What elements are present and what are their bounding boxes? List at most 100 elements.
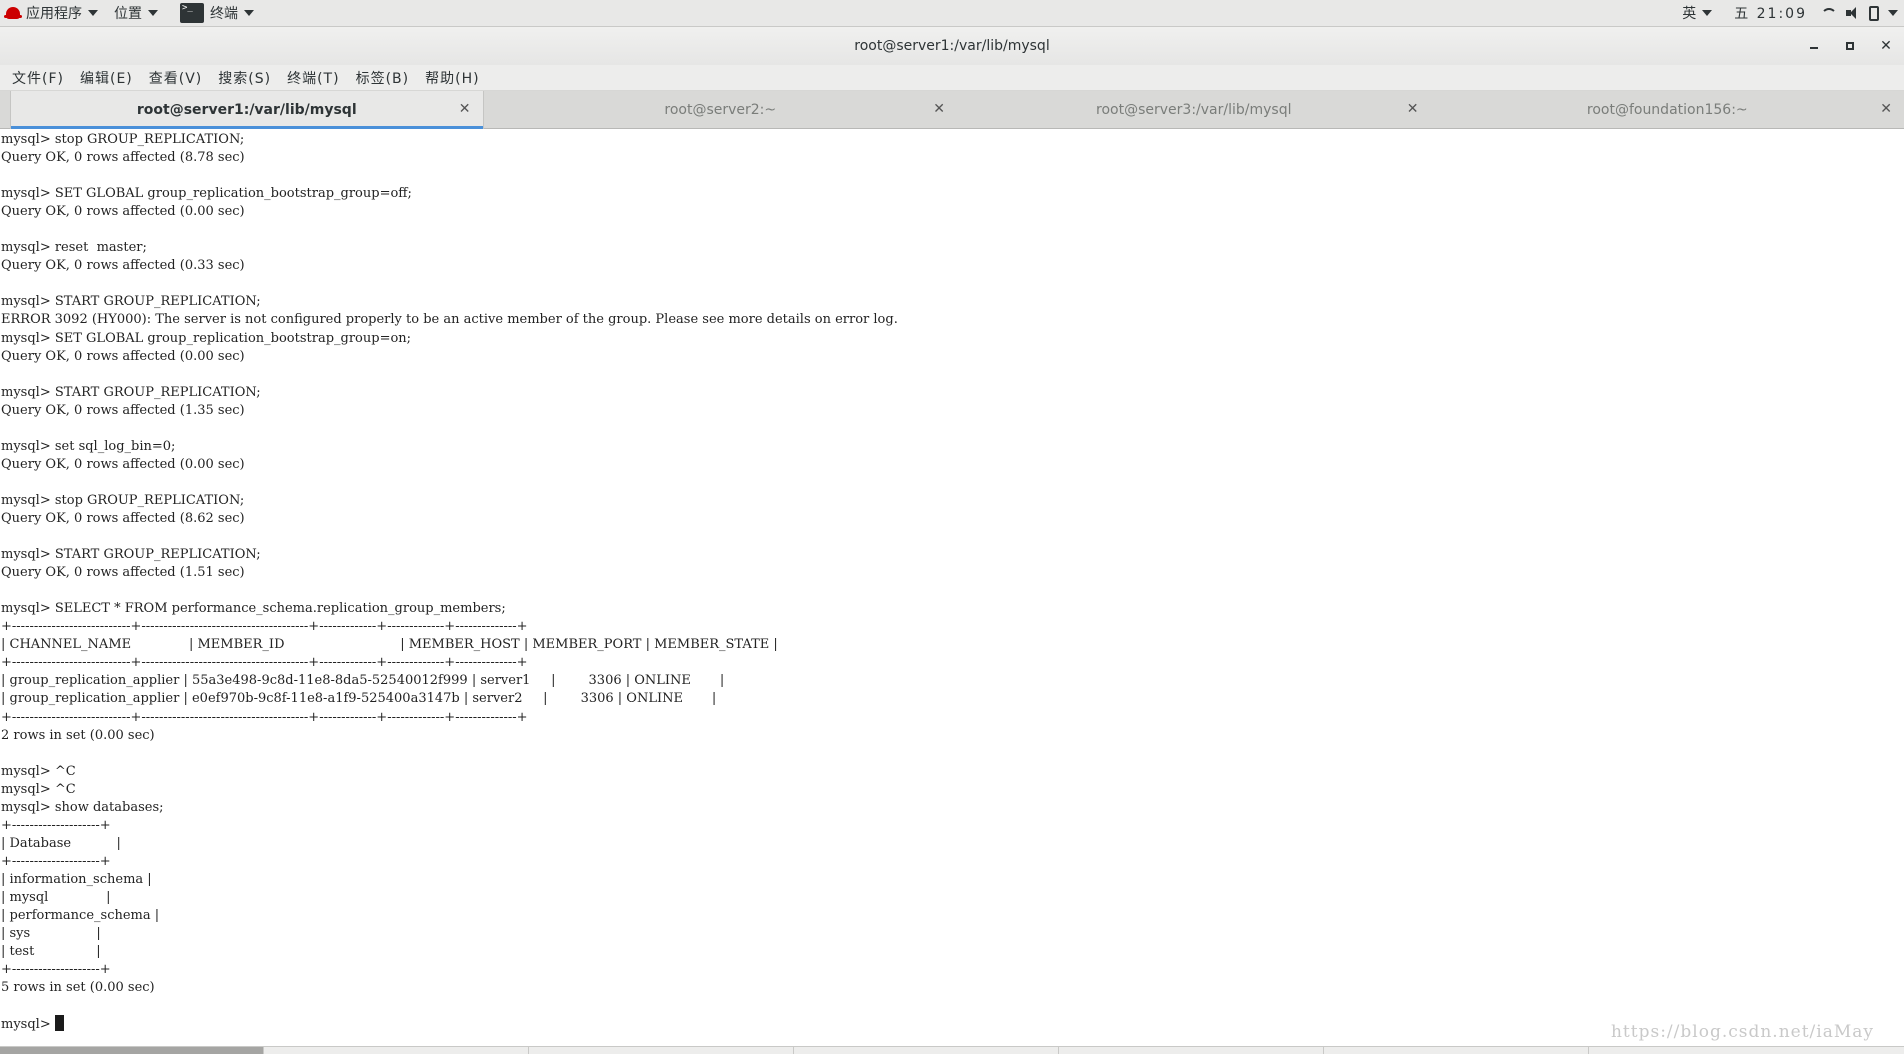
taskbar-item[interactable] <box>529 1047 794 1054</box>
terminal-line: mysql> stop GROUP_REPLICATION; <box>1 492 245 508</box>
minimize-icon <box>1810 47 1818 49</box>
terminal-line: mysql> SELECT * FROM performance_schema.… <box>1 601 506 617</box>
places-menu[interactable]: 位置 <box>106 0 166 27</box>
chevron-down-icon <box>1888 10 1898 16</box>
redhat-icon <box>4 7 22 19</box>
terminal-output[interactable]: mysql> stop GROUP_REPLICATION; Query OK, … <box>0 130 1904 1046</box>
menu-help[interactable]: 帮助(H) <box>419 68 485 88</box>
menu-search[interactable]: 搜索(S) <box>212 68 277 88</box>
close-tab-icon[interactable]: ✕ <box>459 102 471 116</box>
close-tab-icon[interactable]: ✕ <box>1880 102 1892 116</box>
taskbar-item[interactable] <box>1059 1047 1324 1054</box>
gnome-top-bar: 应用程序 位置 >_ 终端 英 五 21:09 <box>0 0 1904 27</box>
menu-edit[interactable]: 编辑(E) <box>74 68 139 88</box>
terminal-line: Query OK, 0 rows affected (0.00 sec) <box>1 348 245 364</box>
terminal-line: | CHANNEL_NAME | MEMBER_ID | MEMBER_HOST… <box>1 637 778 653</box>
terminal-line: +--------------------+ <box>1 817 111 833</box>
close-tab-icon[interactable]: ✕ <box>933 102 945 116</box>
terminal-line: | performance_schema | <box>1 908 160 924</box>
tab-server2[interactable]: root@server2:~ ✕ <box>484 91 958 129</box>
terminal-line: | group_replication_applier | 55a3e498-9… <box>1 673 725 689</box>
terminal-line: | group_replication_applier | e0ef970b-9… <box>1 691 717 707</box>
terminal-line: +---------------------------+-----------… <box>1 709 528 725</box>
terminal-line: mysql> ^C <box>1 763 76 779</box>
terminal-line: mysql> START GROUP_REPLICATION; <box>1 547 261 563</box>
terminal-line: Query OK, 0 rows affected (0.33 sec) <box>1 258 245 274</box>
terminal-line: Query OK, 0 rows affected (8.78 sec) <box>1 150 245 166</box>
terminal-lines: mysql> stop GROUP_REPLICATION; Query OK, … <box>0 130 1904 1033</box>
tab-label: root@foundation156:~ <box>1586 102 1748 118</box>
input-method-label: 英 <box>1682 6 1697 22</box>
tab-foundation156[interactable]: root@foundation156:~ ✕ <box>1431 91 1904 129</box>
terminal-line: mysql> SET GLOBAL group_replication_boot… <box>1 186 412 202</box>
minimize-button[interactable] <box>1796 27 1832 65</box>
terminal-icon: >_ <box>180 3 204 23</box>
menu-tabs[interactable]: 标签(B) <box>350 68 416 88</box>
terminal-line: Query OK, 0 rows affected (1.51 sec) <box>1 565 245 581</box>
terminal-line: mysql> stop GROUP_REPLICATION; <box>1 132 245 147</box>
applications-menu[interactable]: 应用程序 <box>0 0 106 27</box>
tab-bar: root@server1:/var/lib/mysql ✕ root@serve… <box>0 91 1904 129</box>
terminal-line: Query OK, 0 rows affected (0.00 sec) <box>1 204 245 220</box>
maximize-button[interactable] <box>1832 27 1868 65</box>
terminal-app-label: 终端 <box>210 6 238 22</box>
tab-label: root@server2:~ <box>664 102 777 118</box>
tab-server3[interactable]: root@server3:/var/lib/mysql ✕ <box>957 91 1431 129</box>
terminal-line: | sys | <box>1 926 101 942</box>
window-title-bar[interactable]: root@server1:/var/lib/mysql ✕ <box>0 27 1904 65</box>
chevron-down-icon <box>88 10 98 16</box>
system-status-menu[interactable] <box>1821 2 1904 24</box>
close-icon: ✕ <box>1880 38 1892 54</box>
terminal-line: 2 rows in set (0.00 sec) <box>1 727 155 743</box>
tab-label: root@server3:/var/lib/mysql <box>1096 102 1292 118</box>
taskbar-item[interactable] <box>0 1047 264 1054</box>
chevron-down-icon <box>244 10 254 16</box>
terminal-line: | information_schema | <box>1 871 152 887</box>
text-cursor <box>54 1015 64 1032</box>
terminal-line: +---------------------------+-----------… <box>1 655 528 671</box>
taskbar-item[interactable] <box>264 1047 529 1054</box>
taskbar-item[interactable] <box>1324 1047 1589 1054</box>
input-method-menu[interactable]: 英 <box>1674 0 1720 27</box>
maximize-icon <box>1846 42 1854 50</box>
chevron-down-icon <box>148 10 158 16</box>
tab-server1[interactable]: root@server1:/var/lib/mysql ✕ <box>10 91 484 129</box>
terminal-line: mysql> START GROUP_REPLICATION; <box>1 294 261 310</box>
terminal-line: mysql> show databases; <box>1 799 164 815</box>
menu-view[interactable]: 查看(V) <box>143 68 209 88</box>
terminal-line: | mysql | <box>1 889 111 905</box>
taskbar-item[interactable] <box>794 1047 1059 1054</box>
terminal-line: +---------------------------+-----------… <box>1 619 528 635</box>
window-title: root@server1:/var/lib/mysql <box>854 38 1050 54</box>
menu-terminal[interactable]: 终端(T) <box>281 68 345 88</box>
terminal-line: 5 rows in set (0.00 sec) <box>1 980 155 996</box>
watermark: https://blog.csdn.net/iaMay <box>1610 1022 1874 1042</box>
terminal-line: Query OK, 0 rows affected (1.35 sec) <box>1 402 245 418</box>
terminal-line: +--------------------+ <box>1 962 111 978</box>
applications-label: 应用程序 <box>26 6 82 22</box>
terminal-line: | Database | <box>1 835 121 851</box>
terminal-app-menu[interactable]: >_ 终端 <box>172 0 262 27</box>
terminal-line: mysql> reset master; <box>1 240 147 256</box>
tab-label: root@server1:/var/lib/mysql <box>136 102 357 118</box>
clock[interactable]: 五 21:09 <box>1720 3 1821 23</box>
terminal-line: mysql> ^C <box>1 781 76 797</box>
menu-file[interactable]: 文件(F) <box>6 68 70 88</box>
terminal-line: mysql> START GROUP_REPLICATION; <box>1 384 261 400</box>
chevron-down-icon <box>1702 10 1713 16</box>
close-window-button[interactable]: ✕ <box>1868 27 1904 65</box>
close-tab-icon[interactable]: ✕ <box>1407 102 1419 116</box>
volume-icon <box>1846 6 1860 20</box>
terminal-line: Query OK, 0 rows affected (8.62 sec) <box>1 510 245 526</box>
battery-icon <box>1869 5 1879 21</box>
menu-bar: 文件(F) 编辑(E) 查看(V) 搜索(S) 终端(T) 标签(B) 帮助(H… <box>0 65 1904 91</box>
